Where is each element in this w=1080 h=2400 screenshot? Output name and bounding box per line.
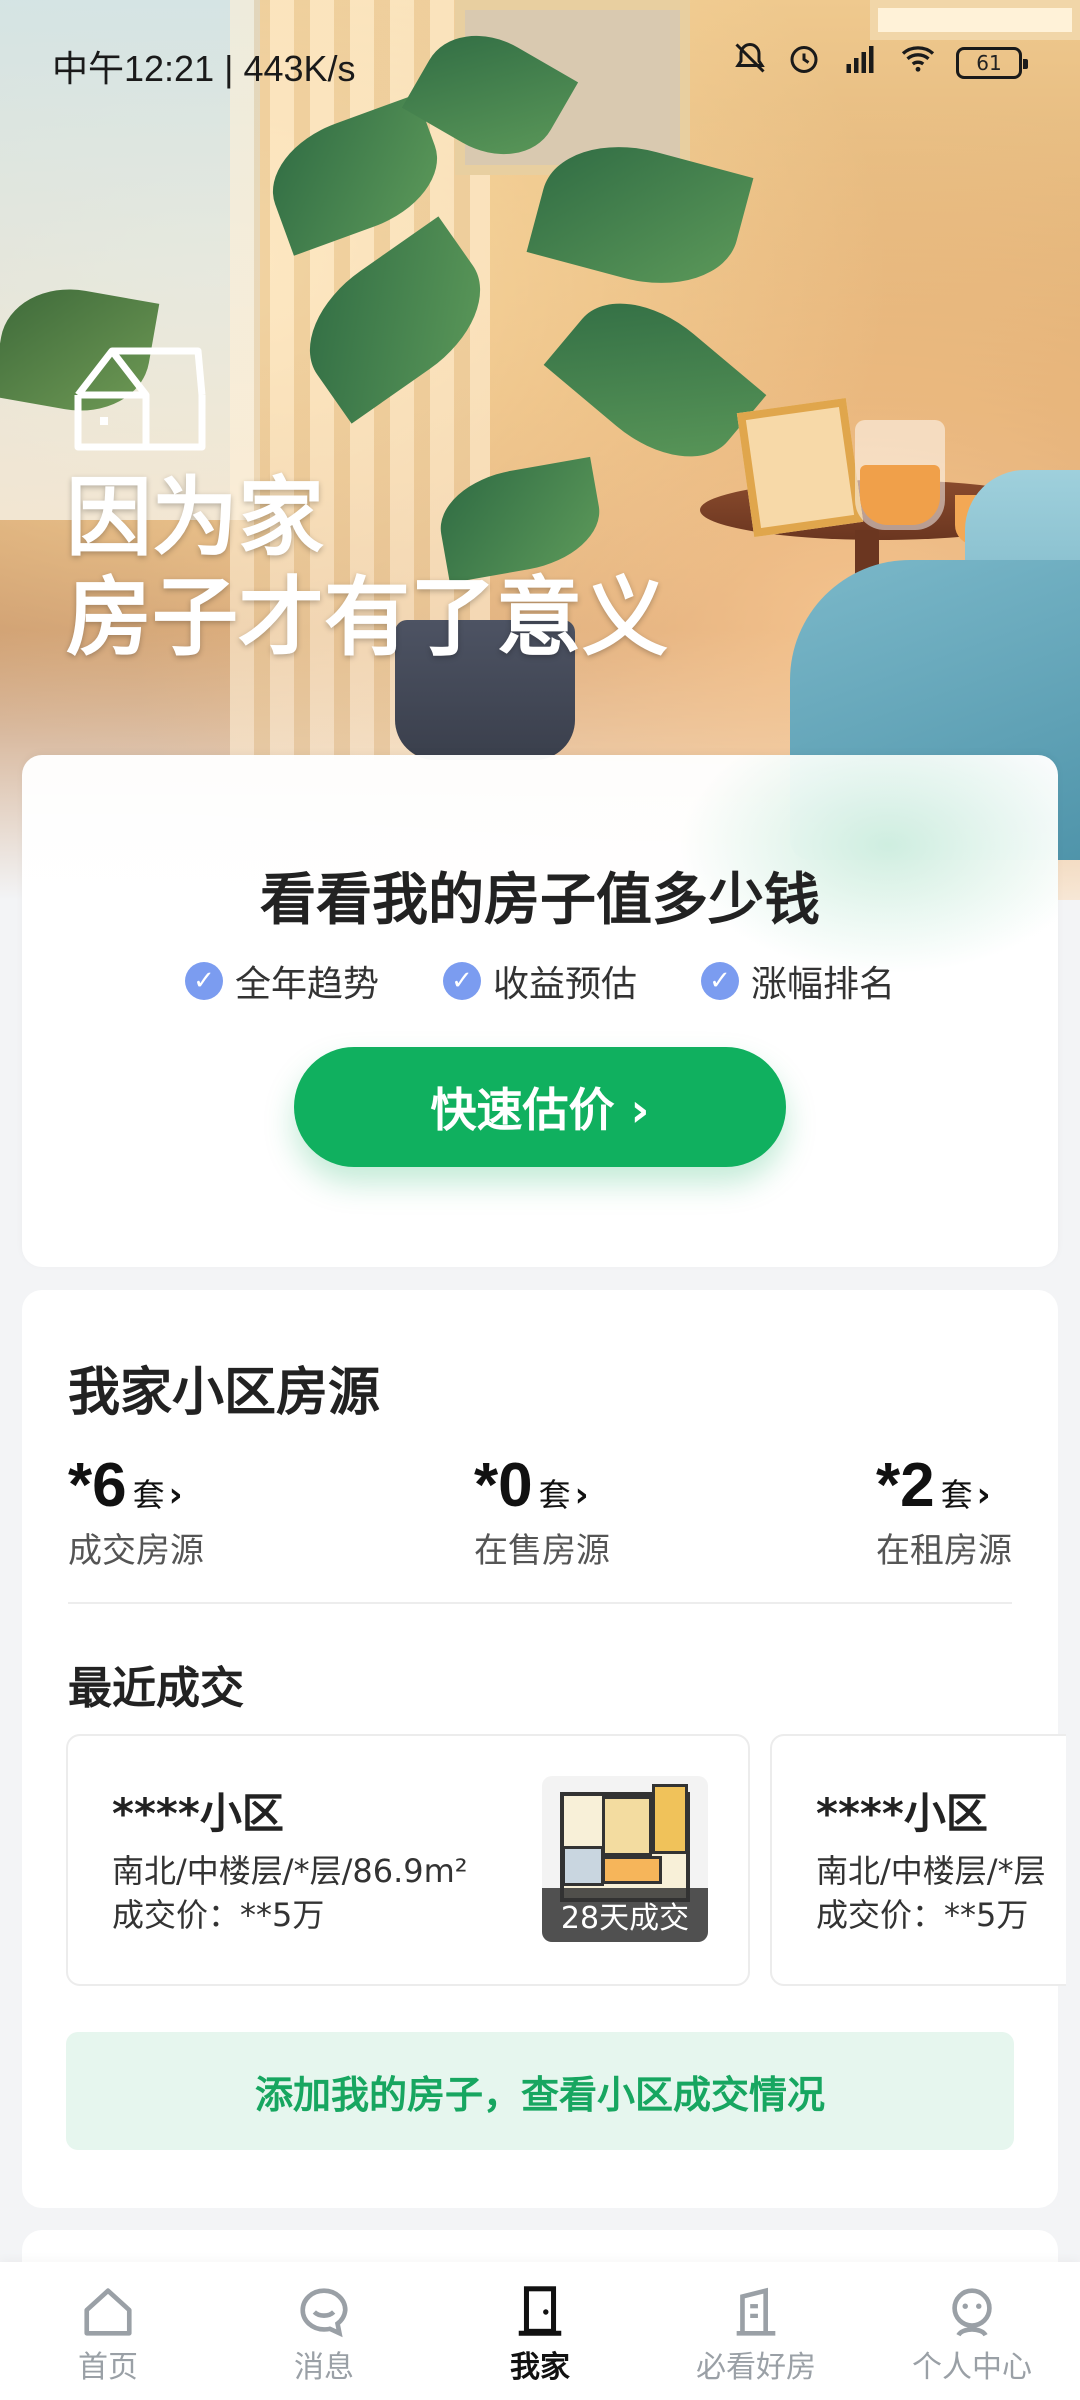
deal-days-badge: 28天成交 (542, 1888, 708, 1942)
deal-community-name: ****小区 (816, 1789, 988, 1838)
check-icon: ✓ (442, 962, 481, 1000)
check-icon: ✓ (184, 962, 223, 1000)
stat-label: 成交房源 (68, 1531, 204, 1571)
chevron-right-icon: › (168, 1475, 183, 1515)
stat-label: 在售房源 (474, 1531, 610, 1571)
message-icon (294, 2282, 354, 2342)
deal-price: 成交价：**5万 (816, 1896, 1029, 1934)
tab-label: 我家 (510, 2350, 570, 2385)
battery-indicator: 61 (956, 46, 1028, 79)
slogan-line-2: 房子才有了意义 (66, 568, 668, 668)
signal-icon (840, 40, 880, 85)
stat-unit: 套 (132, 1476, 165, 1514)
stat-value: *2 (876, 1451, 935, 1520)
photo-frame (736, 397, 864, 538)
floorplan-room (602, 1796, 652, 1856)
stat-label: 在租房源 (876, 1531, 1012, 1571)
stat-sold[interactable]: *6 套 › 成交房源 (68, 1450, 204, 1572)
deal-info: 南北/中楼层/*层/86.9m² (112, 1852, 468, 1890)
recent-deals-carousel[interactable]: ****小区 南北/中楼层/*层/86.9m² 成交价：**5万 28天成交 *… (66, 1734, 1066, 1990)
chevron-right-icon: › (976, 1475, 991, 1515)
community-listings-card: 我家小区房源 *6 套 › 成交房源 *0 套 › 在售房源 *2 套 › 在租房源 最近成… (22, 1290, 1066, 2208)
quick-valuation-button[interactable]: 快速估价 › (294, 1047, 786, 1167)
tab-label: 消息 (294, 2350, 354, 2385)
floorplan-room (562, 1846, 604, 1886)
feature-item: ✓ 全年趋势 (184, 955, 379, 1007)
feature-label: 收益预估 (492, 964, 637, 1005)
tea-jug-liquid (860, 465, 940, 525)
feature-item: ✓ 涨幅排名 (701, 955, 895, 1007)
deal-card[interactable]: ****小区 南北/中楼层/*层 成交价：**5万 (770, 1734, 1066, 1986)
valuation-title: 看看我的房子值多少钱 (260, 868, 820, 933)
hero-picture-frame-2 (870, 0, 1080, 40)
valuation-card: 看看我的房子值多少钱 ✓ 全年趋势 ✓ 收益预估 ✓ 涨幅排名 快速估价 › (22, 755, 1058, 1267)
stat-value: *0 (474, 1451, 533, 1520)
bottom-tab-bar: 首页 消息 我家 必看好房 个人中心 (0, 2262, 1080, 2400)
stat-for-rent[interactable]: *2 套 › 在租房源 (876, 1450, 1012, 1572)
tab-messages[interactable]: 消息 (224, 2282, 424, 2386)
stat-unit: 套 (940, 1476, 973, 1514)
deal-info: 南北/中楼层/*层 (816, 1852, 1046, 1890)
deal-card[interactable]: ****小区 南北/中楼层/*层/86.9m² 成交价：**5万 28天成交 (66, 1734, 750, 1986)
stat-unit: 套 (538, 1476, 571, 1514)
stat-for-sale[interactable]: *0 套 › 在售房源 (474, 1450, 610, 1572)
alarm-icon (786, 40, 822, 85)
feature-item: ✓ 收益预估 (442, 955, 637, 1007)
floorplan-room (652, 1784, 688, 1854)
divider (68, 1602, 1012, 1604)
check-icon: ✓ (701, 962, 739, 1000)
house-logo-icon (74, 347, 206, 451)
tab-home[interactable]: 首页 (8, 2282, 208, 2386)
tab-label: 必看好房 (696, 2350, 816, 2385)
tab-my-home[interactable]: 我家 (440, 2282, 640, 2386)
floorplan-room (602, 1856, 662, 1884)
door-icon (510, 2282, 570, 2342)
tab-must-see-homes[interactable]: 必看好房 (656, 2282, 856, 2386)
status-bar-icons: 61 (732, 40, 1028, 85)
hero-slogan: 因为家 房子才有了意义 (66, 468, 668, 668)
floorplan-image: 28天成交 (542, 1776, 708, 1942)
tab-label: 首页 (78, 2350, 138, 2385)
deal-price: 成交价：**5万 (112, 1896, 325, 1934)
building-icon (726, 2282, 786, 2342)
stat-value: *6 (68, 1451, 127, 1520)
wifi-icon (898, 40, 938, 85)
slogan-line-1: 因为家 (66, 468, 324, 568)
home-icon (78, 2282, 138, 2342)
recent-deals-title: 最近成交 (68, 1663, 244, 1714)
feature-label: 涨幅排名 (751, 964, 896, 1005)
plant-leaf (543, 272, 767, 488)
add-my-house-button[interactable]: 添加我的房子，查看小区成交情况 (66, 2032, 1014, 2150)
mute-bell-icon (732, 40, 768, 85)
user-icon (942, 2282, 1002, 2342)
chevron-right-icon: › (574, 1475, 589, 1515)
tab-profile[interactable]: 个人中心 (872, 2282, 1072, 2386)
tab-label: 个人中心 (912, 2350, 1032, 2385)
valuation-features: ✓ 全年趋势 ✓ 收益预估 ✓ 涨幅排名 (22, 955, 1058, 1007)
feature-label: 全年趋势 (234, 964, 379, 1005)
deal-community-name: ****小区 (112, 1789, 284, 1838)
community-title: 我家小区房源 (68, 1363, 381, 1423)
status-bar-time: 中午12:21 | 443K/s (52, 48, 356, 89)
